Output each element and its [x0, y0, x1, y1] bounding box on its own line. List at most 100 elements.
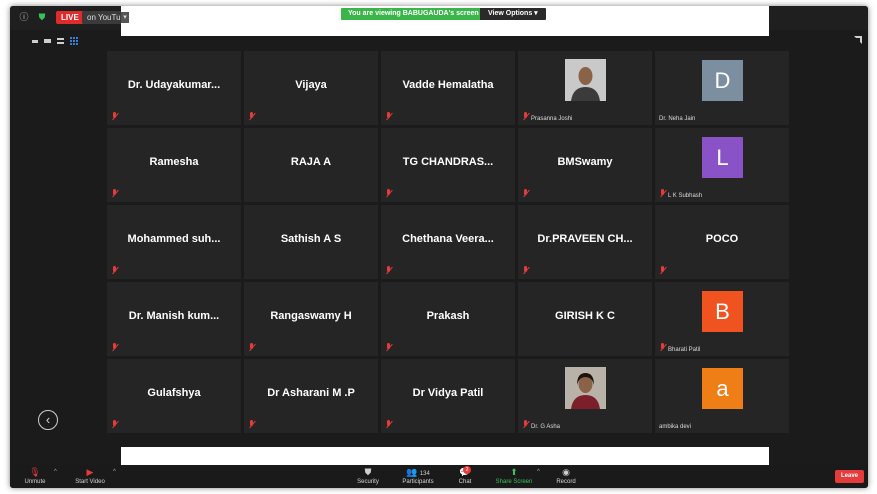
participant-name: Vadde Hemalatha: [402, 79, 494, 91]
record-label: Record: [556, 479, 576, 485]
microphone-muted-icon: [385, 189, 392, 198]
participants-icon: 👥 134: [406, 467, 430, 477]
participant-tile[interactable]: a ambika devi: [655, 359, 789, 433]
record-button[interactable]: ◉ Record: [551, 465, 581, 488]
participant-name: Dr. Manish kum...: [128, 310, 220, 322]
chevron-up-icon[interactable]: ^: [537, 469, 540, 475]
participant-tile[interactable]: D Dr. Neha Jain: [655, 51, 789, 125]
participant-name: Dr.PRAVEEN CH...: [537, 233, 633, 245]
participant-name: Gulafshya: [147, 387, 201, 399]
top-bar: ⓘ ⛊ LIVE on YouTube ▾ You are viewing BA…: [10, 6, 868, 30]
participant-tile[interactable]: Vijaya: [244, 51, 378, 125]
side-by-side-layout-icon[interactable]: [57, 38, 64, 44]
leave-button[interactable]: Leave: [835, 470, 864, 483]
participant-tile[interactable]: Chethana Veera...: [381, 205, 515, 279]
microphone-muted-icon: [659, 266, 666, 275]
participant-tile[interactable]: TG CHANDRAS...: [381, 128, 515, 202]
participant-name: Chethana Veera...: [402, 233, 494, 245]
participant-name: Ramesha: [149, 156, 199, 168]
microphone-muted-icon: [522, 112, 529, 121]
participant-name: Dr. G Asha: [531, 424, 561, 430]
participant-tile[interactable]: GIRISH K C: [518, 282, 652, 356]
participant-name: Vijaya: [295, 79, 327, 91]
chevron-up-icon[interactable]: ^: [54, 469, 57, 475]
security-button[interactable]: ⛊ Security: [353, 465, 383, 488]
share-screen-icon: ⬆: [510, 467, 518, 477]
participant-tile[interactable]: Dr.PRAVEEN CH...: [518, 205, 652, 279]
minimize-layout-icon[interactable]: [32, 39, 38, 43]
gallery-view-icon[interactable]: [70, 37, 78, 45]
thumbnail-layout-icon[interactable]: [44, 39, 51, 43]
participant-tile[interactable]: Rangaswamy H: [244, 282, 378, 356]
participant-name: TG CHANDRAS...: [402, 156, 494, 168]
start-video-label: Start Video: [75, 479, 105, 485]
participant-name: Mohammed suh...: [127, 233, 221, 245]
chat-button[interactable]: 💬2 Chat: [452, 465, 478, 488]
chat-icon: 💬2: [452, 466, 478, 478]
record-icon: ◉: [562, 467, 570, 477]
participant-name: Dr. Udayakumar...: [127, 79, 221, 91]
shared-screen-strip: [121, 30, 769, 36]
participants-label: Participants: [402, 479, 434, 485]
microphone-muted-icon: [522, 420, 529, 429]
live-badge[interactable]: LIVE: [56, 11, 84, 24]
participant-name: POCO: [705, 233, 739, 245]
microphone-muted-icon: [111, 266, 118, 275]
microphone-muted-icon: [111, 343, 118, 352]
participant-name: Sathish A S: [280, 233, 342, 245]
participant-name: ambika devi: [659, 424, 692, 430]
chat-badge: 2: [463, 466, 471, 474]
shared-screen-bottom: [121, 447, 769, 465]
view-options-button[interactable]: View Options ▾: [480, 8, 546, 20]
participant-name: Prakash: [426, 310, 470, 322]
avatar: a: [702, 368, 743, 409]
chevron-down-icon[interactable]: ▾: [121, 12, 129, 23]
participant-tile[interactable]: Dr Vidya Patil: [381, 359, 515, 433]
participant-tile[interactable]: Sathish A S: [244, 205, 378, 279]
participant-tile[interactable]: Vadde Hemalatha: [381, 51, 515, 125]
share-screen-button[interactable]: ⬆ Share Screen: [494, 465, 534, 488]
participant-tile[interactable]: Ramesha: [107, 128, 241, 202]
start-video-button[interactable]: ▶ Start Video: [70, 465, 110, 488]
participant-tile[interactable]: B Bharati Patil: [655, 282, 789, 356]
microphone-muted-icon: [111, 420, 118, 429]
viewing-screen-banner: You are viewing BABUGAUDA's screen: [341, 8, 486, 20]
share-screen-label: Share Screen: [495, 479, 533, 485]
chevron-up-icon[interactable]: ^: [113, 469, 116, 475]
fullscreen-icon[interactable]: [854, 36, 862, 44]
layout-controls: [32, 36, 78, 46]
participant-tile[interactable]: L L K Subhash: [655, 128, 789, 202]
participant-tile[interactable]: Gulafshya: [107, 359, 241, 433]
participant-name: RAJA A: [290, 156, 332, 168]
participants-button[interactable]: 👥 134 Participants: [398, 465, 438, 488]
microphone-muted-icon: [248, 343, 255, 352]
participant-tile[interactable]: Dr Asharani M .P: [244, 359, 378, 433]
microphone-muted-icon: [659, 189, 666, 198]
participant-tile[interactable]: RAJA A: [244, 128, 378, 202]
participant-tile[interactable]: Mohammed suh...: [107, 205, 241, 279]
participant-tile[interactable]: Dr. Manish kum...: [107, 282, 241, 356]
participant-tile[interactable]: Dr. G Asha: [518, 359, 652, 433]
participant-tile[interactable]: POCO: [655, 205, 789, 279]
view-options-label: View Options: [488, 10, 533, 17]
participant-tile[interactable]: Dr. Udayakumar...: [107, 51, 241, 125]
video-off-icon: ▶: [86, 467, 94, 477]
participant-tile[interactable]: BMSwamy: [518, 128, 652, 202]
microphone-muted-icon: [111, 112, 118, 121]
info-icon[interactable]: ⓘ: [18, 11, 30, 23]
microphone-muted-icon: [385, 112, 392, 121]
participant-name: Dr Asharani M .P: [267, 387, 355, 399]
participant-name: GIRISH K C: [555, 310, 615, 322]
microphone-muted-icon: [385, 420, 392, 429]
participant-tile[interactable]: Prakash: [381, 282, 515, 356]
chevron-left-icon[interactable]: ‹: [38, 410, 58, 430]
participant-name: Dr. Neha Jain: [659, 116, 696, 122]
participants-count: 134: [419, 471, 430, 477]
microphone-muted-icon: [248, 420, 255, 429]
shield-icon[interactable]: ⛊: [36, 11, 48, 23]
gallery-grid: Dr. Udayakumar... Vijaya Vadde Hemalatha Pr…: [107, 51, 789, 435]
microphone-muted-icon: [659, 343, 666, 352]
participant-tile[interactable]: Prasanna Joshi: [518, 51, 652, 125]
unmute-button[interactable]: 🎙 Unmute: [20, 465, 50, 488]
participant-name: Dr Vidya Patil: [412, 387, 484, 399]
